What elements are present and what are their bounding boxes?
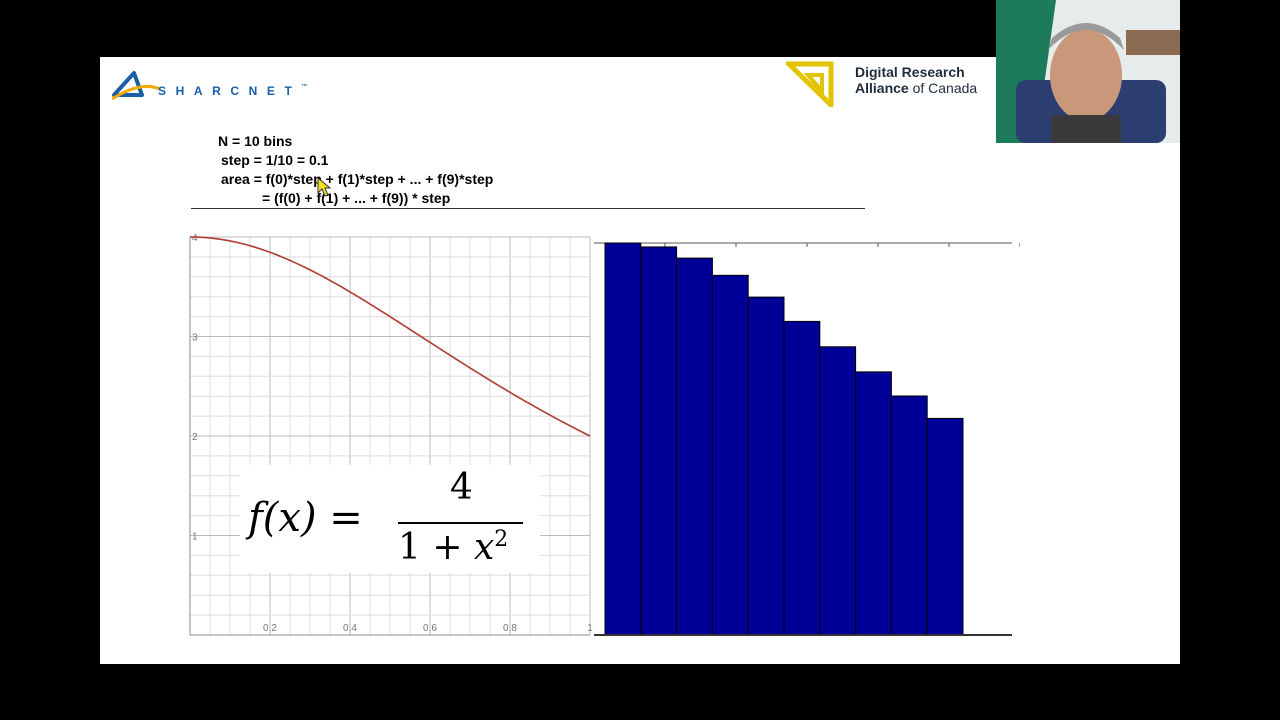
formula-denominator: 1 + x2 [398, 527, 509, 568]
bar [676, 257, 713, 636]
bar [855, 371, 892, 636]
alliance-logo: Digital Research Alliance of Canada [786, 61, 986, 109]
plot-grid [189, 236, 591, 636]
bar [604, 242, 642, 636]
bins-line: N = 10 bins [218, 133, 293, 149]
bar [640, 246, 678, 636]
alliance-name-line2: Alliance of Canada [855, 80, 978, 96]
alliance-mark-icon [786, 61, 834, 107]
bar [783, 320, 821, 636]
bar [926, 417, 964, 636]
mouse-cursor-icon [317, 177, 331, 197]
presenter-video-frame [996, 0, 1180, 143]
fraction-bar [398, 522, 523, 524]
presentation-slide: SHARCNET™ Digital Research Alliance of C… [100, 57, 1180, 664]
y-tick-label: 3 [192, 333, 198, 344]
formula-numerator: 4 [450, 467, 473, 508]
alliance-name-line1: Digital Research [855, 64, 965, 80]
sharcnet-logo: SHARCNET™ [112, 65, 342, 107]
y-tick-label: 4 [192, 233, 198, 244]
bar [890, 395, 928, 636]
bar [747, 296, 785, 636]
x-tick-label: 0.2 [263, 623, 277, 634]
function-plot: 0.2 0.4 0.6 0.8 11234 [189, 233, 593, 636]
function-formula: f(x) = 4 1 + x2 [240, 465, 540, 573]
y-tick-label: 1 [192, 532, 198, 543]
step-line: step = 1/10 = 0.1 [221, 152, 329, 168]
formula-lhs: f(x) = [248, 495, 363, 541]
bar [819, 346, 857, 636]
bar [711, 274, 749, 636]
sharcnet-swoosh-icon [112, 71, 161, 101]
divider-line [191, 208, 865, 209]
sharcnet-wordmark: SHARCNET™ [158, 84, 308, 98]
riemann-bar-chart [594, 242, 1020, 636]
area-sum-line: = (f(0) + f(1) + ... + f(9)) * step [262, 190, 451, 206]
area-line: area = f(0)*step + f(1)*step + ... + f(9… [221, 171, 494, 187]
x-tick-label: 0.4 [343, 623, 357, 634]
x-tick-label: 0.8 [503, 623, 517, 634]
x-tick-label: 0.6 [423, 623, 437, 634]
presenter-webcam [996, 0, 1180, 143]
y-tick-label: 2 [192, 432, 198, 443]
